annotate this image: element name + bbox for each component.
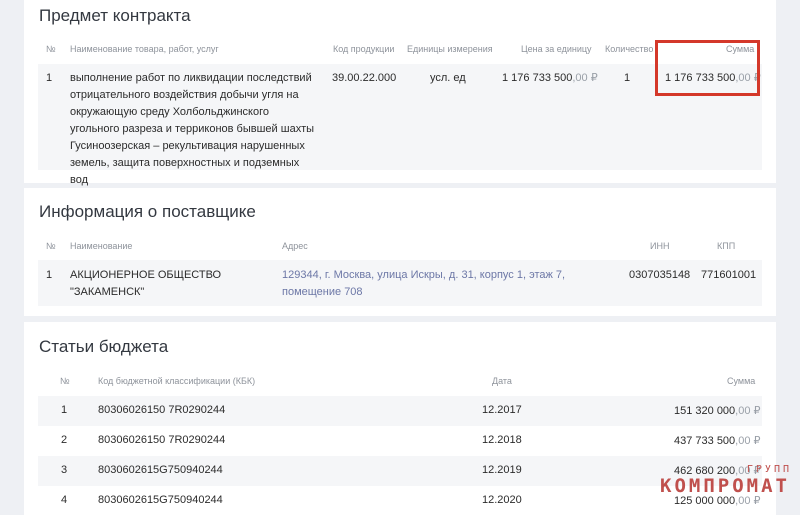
contract-price-main: 1 176 733 500 <box>502 72 573 84</box>
budget-row-3-kbk: 8030602615G750940244 <box>98 464 223 476</box>
contract-header-qty: Количество <box>605 44 654 54</box>
budget-row-2-sum-main: 437 733 500 <box>674 435 736 447</box>
budget-header-num: № <box>60 376 70 386</box>
budget-row-2-kbk: 80306026150 7R0290244 <box>98 434 226 446</box>
contract-row-name: выполнение работ по ликвидации последств… <box>70 72 315 186</box>
budget-header-kbk: Код бюджетной классификации (КБК) <box>98 376 256 386</box>
budget-row-1-num: 1 <box>61 404 68 416</box>
contract-header-name: Наименование товара, работ, услуг <box>70 44 219 54</box>
contract-row-unit: усл. ед <box>430 72 466 84</box>
budget-title: Статьи бюджета <box>39 337 169 356</box>
supplier-row-name: АКЦИОНЕРНОЕ ОБЩЕСТВО "ЗАКАМЕНСК" <box>70 269 222 298</box>
supplier-header-address: Адрес <box>282 241 308 251</box>
budget-row-4-num: 4 <box>61 494 68 506</box>
supplier-card: Информация о поставщике № Наименование А… <box>24 188 776 316</box>
budget-row-4-kbk: 8030602615G750940244 <box>98 494 223 506</box>
budget-row-2-sum-kop: ,00 ₽ <box>735 435 761 447</box>
contract-header-num: № <box>46 44 56 54</box>
budget-row-2-date: 12.2018 <box>482 434 522 446</box>
supplier-header-kpp: КПП <box>717 241 736 251</box>
supplier-row-kpp: 771601001 <box>701 269 757 281</box>
budget-row-3-num: 3 <box>61 464 68 476</box>
budget-header-sum: Сумма <box>727 376 756 386</box>
budget-header-date: Дата <box>492 376 512 386</box>
contract-header-unit: Единицы измерения <box>407 44 493 54</box>
supplier-header-num: № <box>46 241 56 251</box>
contract-price-kop: ,00 ₽ <box>572 72 598 84</box>
supplier-address-link[interactable]: 129344, г. Москва, улица Искры, д. 31, к… <box>282 267 617 301</box>
contract-row-num: 1 <box>46 72 53 84</box>
supplier-header-inn: ИНН <box>650 241 670 251</box>
contract-title: Предмет контракта <box>39 6 191 25</box>
budget-row-2-sum: 437 733 500,00 ₽ <box>674 434 761 447</box>
budget-row-1-kbk: 80306026150 7R0290244 <box>98 404 226 416</box>
budget-row-1-date: 12.2017 <box>482 404 522 416</box>
contract-row-qty: 1 <box>624 72 631 84</box>
contract-header-code: Код продукции <box>333 44 395 54</box>
supplier-title: Информация о поставщике <box>39 202 256 221</box>
budget-row-4-date: 12.2020 <box>482 494 522 506</box>
watermark-logo: КОМПРОМАТ <box>660 475 790 497</box>
sum-highlight-box <box>655 40 760 96</box>
budget-row-1-sum-kop: ,00 ₽ <box>735 405 761 417</box>
watermark-small-text: ГРУПП <box>746 464 792 475</box>
contract-header-price: Цена за единицу <box>521 44 592 54</box>
supplier-row-inn: 0307035148 <box>629 269 691 281</box>
budget-row-2-num: 2 <box>61 434 68 446</box>
contract-row-price: 1 176 733 500,00 ₽ <box>502 70 598 87</box>
supplier-row-num: 1 <box>46 269 53 281</box>
supplier-header-name: Наименование <box>70 241 133 251</box>
budget-row-1-sum-main: 151 320 000 <box>674 405 736 417</box>
budget-row-3-date: 12.2019 <box>482 464 522 476</box>
budget-row-1-sum: 151 320 000,00 ₽ <box>674 404 761 417</box>
contract-row-code: 39.00.22.000 <box>332 72 397 84</box>
